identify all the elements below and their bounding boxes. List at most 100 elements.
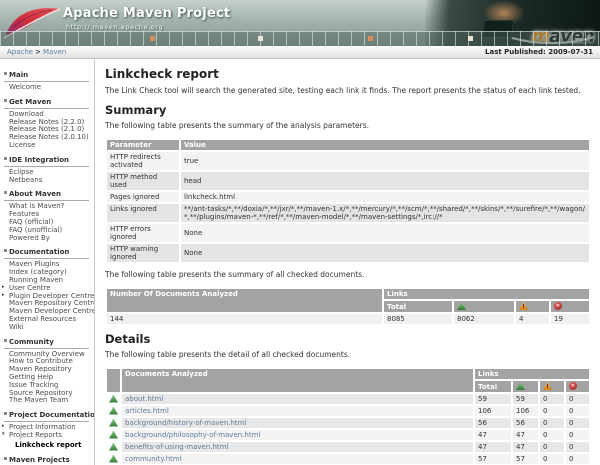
doc-links-total: 59 — [475, 394, 511, 404]
sidebar-item[interactable]: Netbeans — [0, 177, 94, 185]
sidebar-item[interactable]: Wiki — [0, 324, 94, 332]
status-col-header — [107, 369, 120, 392]
document-cell: background/history-of-maven.html — [122, 418, 473, 428]
error-links-header — [566, 381, 589, 392]
parameter-value: **/ant-tasks/*,**/doxia/*,**/jxr/*,**/ma… — [181, 204, 589, 222]
doc-links-warnings: 0 — [540, 430, 564, 440]
document-row: benefits-of-using-maven.html 47 47 0 0 — [107, 442, 589, 452]
sidebar-item[interactable]: ▾Project Reports — [0, 432, 94, 440]
parameter-row: HTTP warning ignored None — [107, 244, 589, 262]
error-links-header — [551, 301, 589, 312]
banner-grid-strip — [0, 31, 600, 46]
document-link[interactable]: articles.html — [125, 407, 169, 415]
document-cell: benefits-of-using-maven.html — [122, 442, 473, 452]
breadcrumb-link-apache[interactable]: Apache — [7, 48, 33, 56]
parameter-name: HTTP errors ignored — [107, 224, 179, 242]
nav-section-bullet-icon — [4, 157, 7, 160]
warning-links-header — [516, 301, 549, 312]
doc-links-total: 47 — [475, 442, 511, 452]
doc-links-warnings: 0 — [540, 454, 564, 464]
breadcrumb-bar: Apache>Maven Last Published: 2009-07-31 — [0, 46, 600, 59]
document-link[interactable]: community.html — [125, 455, 182, 463]
details-heading: Details — [105, 332, 591, 346]
links-header: Links — [384, 289, 589, 299]
document-status — [107, 394, 120, 404]
document-link[interactable]: background/philosophy-of-maven.html — [125, 431, 260, 439]
nav-section-bullet-icon — [4, 99, 7, 102]
links-warnings: 4 — [516, 314, 549, 324]
breadcrumb: Apache>Maven — [7, 48, 66, 56]
sidebar-item[interactable]: License — [0, 142, 94, 150]
doc-links-total: 56 — [475, 418, 511, 428]
nav-section-title-main: Main — [4, 71, 89, 82]
success-icon — [457, 302, 466, 310]
sidebar-item[interactable]: Powered By — [0, 235, 94, 243]
documents-analyzed-header: Number Of Documents Analyzed — [107, 289, 382, 312]
details-intro-text: The following table presents the detail … — [105, 350, 591, 359]
doc-links-errors: 0 — [566, 442, 589, 452]
nav-section-title-ide-integration: IDE Integration — [4, 156, 89, 167]
document-cell: about.html — [122, 394, 473, 404]
nav-section-bullet-icon — [4, 412, 7, 415]
doc-links-total: 47 — [475, 430, 511, 440]
nav-section-title-about-maven: About Maven — [4, 190, 89, 201]
document-link[interactable]: benefits-of-using-maven.html — [125, 443, 228, 451]
parameter-row: HTTP method used head — [107, 172, 589, 190]
sidebar-item[interactable]: Welcome — [0, 84, 94, 92]
parameter-row: Pages ignored linkcheck.html — [107, 192, 589, 202]
doc-links-valid: 106 — [513, 406, 538, 416]
breadcrumb-separator: > — [35, 48, 41, 56]
document-status — [107, 418, 120, 428]
nav-expand-icon: ▸ — [2, 284, 5, 292]
documents-count: 144 — [107, 314, 382, 324]
doc-links-errors: 0 — [566, 430, 589, 440]
parameter-name: HTTP warning ignored — [107, 244, 179, 262]
summary-data-row: 144 8085 8062 4 19 — [107, 314, 589, 324]
document-row: articles.html 106 106 0 0 — [107, 406, 589, 416]
links-errors: 19 — [551, 314, 589, 324]
document-success-icon — [109, 443, 118, 451]
doc-links-errors: 0 — [566, 394, 589, 404]
document-cell: articles.html — [122, 406, 473, 416]
document-success-icon — [109, 395, 118, 403]
sidebar: Main Welcome Get Maven DownloadRelease N… — [0, 59, 95, 465]
doc-links-errors: 0 — [566, 406, 589, 416]
error-icon — [554, 302, 562, 310]
value-col-header: Value — [181, 140, 589, 150]
parameter-row: HTTP redirects activated true — [107, 152, 589, 170]
links-total: 8085 — [384, 314, 452, 324]
nav-section-title-maven-projects: Maven Projects — [4, 456, 89, 465]
nav-expand-icon: ▾ — [2, 431, 5, 439]
main-content: Linkcheck report The Link Check tool wil… — [95, 59, 600, 465]
document-row: background/philosophy-of-maven.html 47 4… — [107, 430, 589, 440]
documents-summary-table: Number Of Documents Analyzed Links Total… — [105, 287, 591, 326]
doc-links-valid: 47 — [513, 442, 538, 452]
warning-icon — [543, 382, 552, 390]
sidebar-item[interactable]: The Maven Team — [0, 397, 94, 405]
document-status — [107, 406, 120, 416]
warning-icon — [519, 302, 528, 310]
nav-section-bullet-icon — [4, 191, 7, 194]
document-link[interactable]: background/history-of-maven.html — [125, 419, 246, 427]
parameter-value: None — [181, 224, 589, 242]
doc-links-valid: 56 — [513, 418, 538, 428]
doc-links-errors: 0 — [566, 454, 589, 464]
banner: Apache Maven Project http:// maven.apach… — [0, 0, 600, 46]
parameter-value: head — [181, 172, 589, 190]
parameters-col-header: Parameter — [107, 140, 179, 150]
doc-links-warnings: 0 — [540, 418, 564, 428]
document-row: background/history-of-maven.html 56 56 0… — [107, 418, 589, 428]
last-published: Last Published: 2009-07-31 — [485, 48, 593, 56]
doc-links-valid: 57 — [513, 454, 538, 464]
parameter-name: Pages ignored — [107, 192, 179, 202]
document-link[interactable]: about.html — [125, 395, 163, 403]
nav-section-bullet-icon — [4, 249, 7, 252]
parameter-row: Links ignored **/ant-tasks/*,**/doxia/*,… — [107, 204, 589, 222]
sidebar-item[interactable]: Linkcheck report — [0, 442, 94, 450]
doc-links-total: 57 — [475, 454, 511, 464]
doc-links-valid: 47 — [513, 430, 538, 440]
nav-section-bullet-icon — [4, 72, 7, 75]
parameter-name: HTTP method used — [107, 172, 179, 190]
nav-section-bullet-icon — [4, 339, 7, 342]
breadcrumb-link-maven[interactable]: Maven — [43, 48, 66, 56]
